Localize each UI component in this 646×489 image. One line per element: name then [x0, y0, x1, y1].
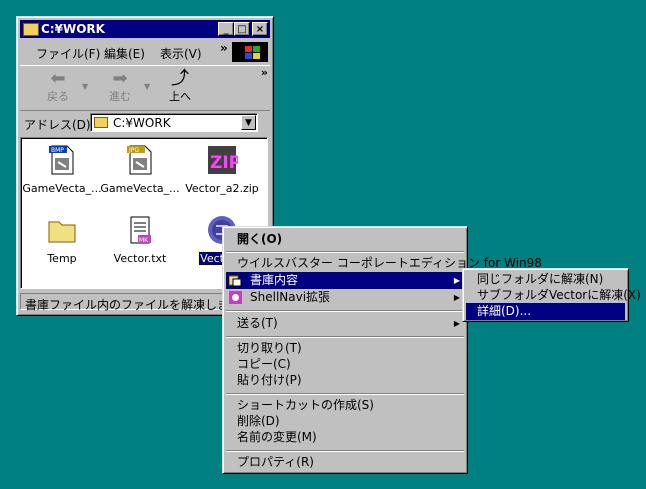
archive-icon — [228, 274, 242, 287]
address-dropdown-button[interactable]: ▼ — [241, 115, 256, 130]
submenu-arrow-icon: ▶ — [453, 276, 460, 285]
arrow-left-icon: ⬅ — [50, 68, 66, 89]
menu-item-shellnavi[interactable]: ShellNavi拡張 ▶ — [226, 289, 464, 306]
svg-text:MK: MK — [139, 237, 149, 244]
submenu-item-extract-same-folder[interactable]: 同じフォルダに解凍(N) — [466, 271, 625, 288]
menu-view[interactable]: 表示(V) — [160, 45, 202, 62]
forward-dropdown-icon[interactable]: ▼ — [144, 82, 150, 91]
archive-submenu: 同じフォルダに解凍(N) サブフォルダVectorに解凍(X) 詳細(D)... — [462, 268, 641, 322]
menu-separator — [226, 251, 464, 253]
file-item[interactable]: BMP GameVecta_... — [21, 144, 103, 195]
menu-separator — [226, 336, 464, 338]
maximize-button[interactable]: □ — [234, 22, 250, 36]
file-item[interactable]: Temp — [21, 214, 103, 265]
folder-icon — [94, 117, 108, 128]
address-label: アドレス(D) — [24, 118, 91, 132]
menu-item-virusbuster[interactable]: ウイルスバスター コーポレートエディション for Win98 — [226, 255, 542, 272]
back-button[interactable]: ⬅ 戻る — [38, 70, 78, 104]
toolbar-more-chevron[interactable]: » — [261, 66, 268, 79]
jpg-file-icon: JPG — [124, 144, 156, 176]
menu-separator — [226, 393, 464, 395]
folder-up-icon: ⤴ — [171, 68, 189, 89]
file-name: Vector_a2.zip — [185, 182, 259, 195]
back-dropdown-icon[interactable]: ▼ — [82, 82, 88, 91]
submenu-arrow-icon: ▶ — [453, 293, 460, 302]
address-input[interactable]: C:¥WORK ▼ — [90, 113, 258, 132]
window-title: C:¥WORK — [41, 22, 105, 36]
zip-file-icon: ZIP — [206, 144, 241, 176]
windows-logo — [232, 42, 268, 62]
title-bar[interactable]: C:¥WORK _ □ × — [20, 20, 270, 38]
close-button[interactable]: × — [252, 22, 268, 36]
menu-file[interactable]: ファイル(F) — [36, 45, 100, 62]
menu-item-open[interactable]: 開く(O) — [226, 231, 464, 248]
address-bar: アドレス(D) C:¥WORK ▼ — [20, 112, 270, 134]
menu-item-create-shortcut[interactable]: ショートカットの作成(S) — [226, 397, 464, 414]
file-name: Temp — [47, 252, 77, 265]
file-item[interactable]: MK Vector.txt — [99, 214, 181, 265]
menu-more-chevron[interactable]: » — [220, 41, 228, 55]
text-file-icon: MK — [124, 214, 156, 246]
menu-bar: ファイル(F) 編集(E) 表示(V) » — [20, 41, 270, 63]
menu-edit[interactable]: 編集(E) — [104, 45, 145, 62]
file-name: GameVecta_... — [100, 182, 180, 195]
menu-item-cut[interactable]: 切り取り(T) — [226, 340, 464, 357]
forward-button[interactable]: ➡ 進む — [100, 70, 140, 104]
submenu-item-extract-subfolder[interactable]: サブフォルダVectorに解凍(X) — [466, 287, 641, 304]
menu-item-archive[interactable]: 書庫内容 ▶ — [226, 272, 464, 289]
arrow-right-icon: ➡ — [112, 68, 128, 89]
menu-item-paste[interactable]: 貼り付け(P) — [226, 372, 464, 389]
menu-item-rename[interactable]: 名前の変更(M) — [226, 429, 464, 446]
context-menu: 開く(O) ウイルスバスター コーポレートエディション for Win98 書庫… — [222, 226, 542, 474]
toolbar: ⬅ 戻る ▼ ➡ 進む ▼ ⤴ 上へ » — [20, 65, 270, 111]
folder-icon — [46, 214, 78, 246]
svg-text:JPG: JPG — [128, 147, 139, 154]
file-name: GameVecta_... — [22, 182, 102, 195]
bmp-file-icon: BMP — [46, 144, 78, 176]
shellnavi-icon — [229, 291, 242, 304]
menu-item-delete[interactable]: 削除(D) — [226, 413, 464, 430]
minimize-button[interactable]: _ — [218, 22, 234, 36]
file-item[interactable]: ZIP Vector_a2.zip — [181, 144, 263, 195]
svg-text:ZIP: ZIP — [210, 153, 238, 173]
submenu-arrow-icon: ▶ — [453, 319, 460, 328]
svg-text:BMP: BMP — [51, 147, 64, 154]
file-name: Vector.txt — [113, 252, 167, 265]
menu-item-copy[interactable]: コピー(C) — [226, 356, 464, 373]
menu-separator — [226, 310, 464, 312]
menu-item-properties[interactable]: プロパティ(R) — [226, 454, 464, 471]
up-button[interactable]: ⤴ 上へ — [160, 70, 200, 104]
menu-separator — [226, 450, 464, 452]
submenu-item-details[interactable]: 詳細(D)... — [466, 303, 625, 320]
folder-icon — [23, 23, 39, 36]
file-item[interactable]: JPG GameVecta_... — [99, 144, 181, 195]
menu-item-send-to[interactable]: 送る(T) ▶ — [226, 315, 464, 332]
